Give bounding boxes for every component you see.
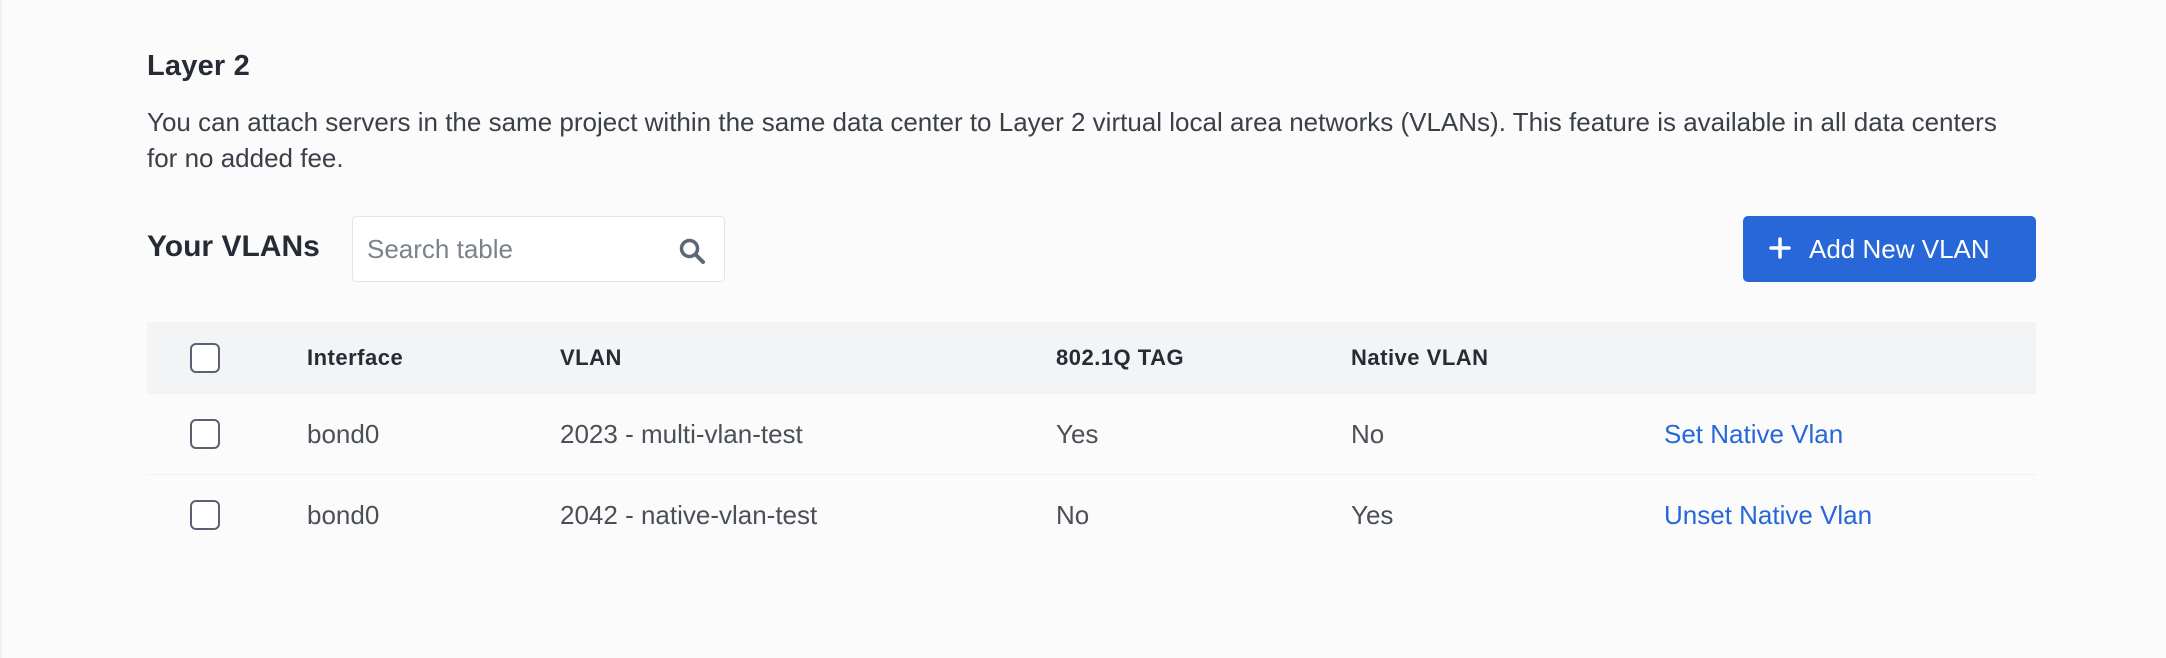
add-new-vlan-button[interactable]: Add New VLAN <box>1743 216 2036 282</box>
row-checkbox[interactable] <box>190 419 220 449</box>
plus-icon <box>1769 237 1791 259</box>
table-row: bond0 2042 - native-vlan-test No Yes Uns… <box>147 475 2036 556</box>
column-header-tag: 802.1Q TAG <box>1056 345 1185 370</box>
search-icon[interactable] <box>678 237 706 265</box>
page-edge <box>0 0 2 658</box>
cell-vlan: 2023 - multi-vlan-test <box>560 419 803 449</box>
cell-tag: No <box>1056 500 1090 530</box>
section-description: You can attach servers in the same proje… <box>147 107 1997 173</box>
vlans-table: Interface VLAN 802.1Q TAG Native VLAN bo… <box>147 322 2036 556</box>
cell-native-vlan: Yes <box>1351 500 1394 530</box>
table-row: bond0 2023 - multi-vlan-test Yes No Set … <box>147 394 2036 475</box>
cell-tag: Yes <box>1056 419 1099 449</box>
cell-interface: bond0 <box>307 500 380 530</box>
search-box <box>352 216 725 282</box>
set-native-vlan-link[interactable]: Set Native Vlan <box>1664 394 1843 475</box>
row-checkbox[interactable] <box>190 500 220 530</box>
vlans-title: Your VLANs <box>147 230 320 263</box>
cell-interface: bond0 <box>307 419 380 449</box>
unset-native-vlan-link[interactable]: Unset Native Vlan <box>1664 475 1872 556</box>
column-header-interface: Interface <box>307 345 404 370</box>
cell-vlan: 2042 - native-vlan-test <box>560 500 818 530</box>
add-new-vlan-label: Add New VLAN <box>1809 234 1990 264</box>
select-all-checkbox[interactable] <box>190 343 220 373</box>
table-header: Interface VLAN 802.1Q TAG Native VLAN <box>147 322 2036 394</box>
search-input[interactable] <box>367 217 667 281</box>
column-header-vlan: VLAN <box>560 345 622 370</box>
column-header-native-vlan: Native VLAN <box>1351 345 1489 370</box>
cell-native-vlan: No <box>1351 419 1385 449</box>
section-title: Layer 2 <box>147 50 250 82</box>
